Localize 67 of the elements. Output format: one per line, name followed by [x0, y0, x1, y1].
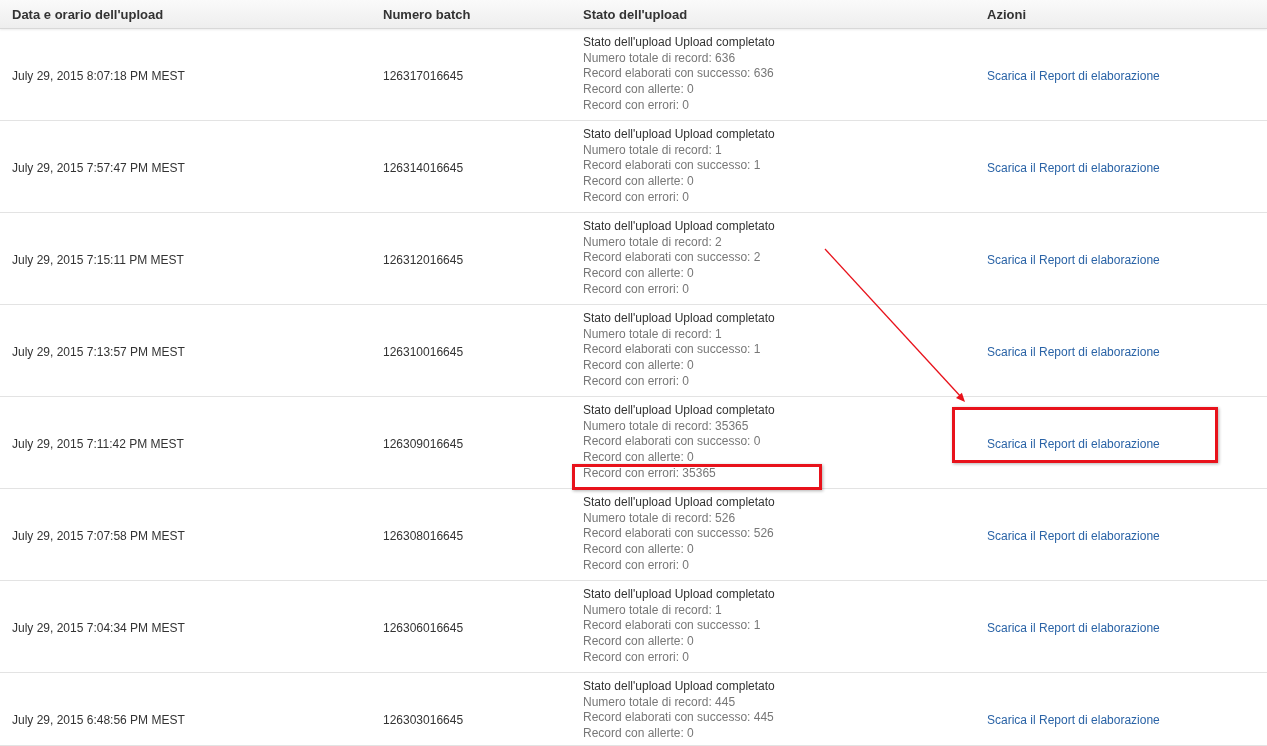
- download-report-link[interactable]: Scarica il Report di elaborazione: [987, 68, 1160, 84]
- batch-number: 126303016645: [383, 712, 465, 728]
- record-count: Record con errori: 0: [583, 97, 690, 114]
- batch-number: 126310016645: [383, 344, 465, 360]
- record-count: Numero totale di record: 636: [583, 50, 736, 67]
- record-count: Record con errori: 35365: [583, 465, 716, 482]
- column-header: Numero batch: [383, 6, 472, 22]
- download-report-link[interactable]: Scarica il Report di elaborazione: [987, 252, 1160, 268]
- download-report-link[interactable]: Scarica il Report di elaborazione: [987, 160, 1160, 176]
- upload-status: Stato dell'upload Upload completato: [583, 495, 775, 511]
- record-count: Record con errori: 0: [583, 373, 690, 390]
- column-header: Data e orario dell'upload: [12, 6, 165, 22]
- upload-status: Stato dell'upload Upload completato: [583, 403, 775, 419]
- download-report-link[interactable]: Scarica il Report di elaborazione: [987, 344, 1160, 360]
- upload-status: Stato dell'upload Upload completato: [583, 219, 775, 235]
- upload-date: July 29, 2015 7:04:34 PM MEST: [12, 620, 186, 636]
- upload-status: Stato dell'upload Upload completato: [583, 311, 775, 327]
- record-count: Record elaborati con successo: 1: [583, 618, 761, 635]
- batch-number: 126317016645: [383, 68, 465, 84]
- upload-date: July 29, 2015 7:07:58 PM MEST: [12, 528, 186, 544]
- upload-date: July 29, 2015 7:13:57 PM MEST: [12, 344, 186, 360]
- download-report-link[interactable]: Scarica il Report di elaborazione: [987, 712, 1160, 728]
- upload-status: Stato dell'upload Upload completato: [583, 679, 775, 695]
- record-count: Record elaborati con successo: 2: [583, 250, 761, 267]
- record-count: Record elaborati con successo: 526: [583, 526, 774, 543]
- batch-number: 126312016645: [383, 252, 465, 268]
- record-count: Record con errori: 0: [583, 189, 690, 206]
- upload-status: Stato dell'upload Upload completato: [583, 35, 775, 51]
- batch-number: 126306016645: [383, 620, 465, 636]
- record-count: Record con allerte: 0: [583, 358, 694, 374]
- record-count: Numero totale di record: 2: [583, 234, 722, 251]
- upload-date: July 29, 2015 7:57:47 PM MEST: [12, 160, 186, 176]
- record-count: Numero totale di record: 1: [583, 142, 722, 159]
- upload-date: July 29, 2015 7:15:11 PM MEST: [12, 252, 185, 268]
- upload-date: July 29, 2015 7:11:42 PM MEST: [12, 436, 185, 452]
- batch-number: 126308016645: [383, 528, 465, 544]
- record-count: Record con allerte: 0: [583, 266, 694, 282]
- record-count: Record con allerte: 0: [583, 634, 694, 650]
- record-count: Numero totale di record: 35365: [583, 418, 749, 435]
- record-count: Record elaborati con successo: 0: [583, 434, 761, 451]
- batch-number: 126309016645: [383, 436, 465, 452]
- record-count: Numero totale di record: 445: [583, 694, 736, 711]
- record-count: Record con errori: 0: [583, 281, 690, 298]
- upload-date: July 29, 2015 8:07:18 PM MEST: [12, 68, 186, 84]
- record-count: Record elaborati con successo: 1: [583, 342, 761, 359]
- download-report-link[interactable]: Scarica il Report di elaborazione: [987, 436, 1160, 452]
- record-count: Record con errori: 0: [583, 649, 690, 666]
- record-count: Record con allerte: 0: [583, 450, 694, 466]
- record-count: Record con errori: 0: [583, 557, 690, 574]
- record-count: Record con allerte: 0: [583, 82, 694, 98]
- record-count: Record con allerte: 0: [583, 726, 694, 742]
- upload-status: Stato dell'upload Upload completato: [583, 587, 775, 603]
- record-count: Record elaborati con successo: 636: [583, 66, 774, 83]
- record-count: Record elaborati con successo: 445: [583, 710, 774, 727]
- record-count: Record con allerte: 0: [583, 542, 694, 558]
- record-count: Numero totale di record: 526: [583, 510, 736, 527]
- column-header: Stato dell'upload: [583, 6, 689, 22]
- upload-status: Stato dell'upload Upload completato: [583, 127, 775, 143]
- record-count: Record con allerte: 0: [583, 174, 694, 190]
- download-report-link[interactable]: Scarica il Report di elaborazione: [987, 528, 1160, 544]
- upload-date: July 29, 2015 6:48:56 PM MEST: [12, 712, 186, 728]
- record-count: Numero totale di record: 1: [583, 326, 722, 343]
- download-report-link[interactable]: Scarica il Report di elaborazione: [987, 620, 1160, 636]
- column-header: Azioni: [987, 6, 1027, 22]
- record-count: Numero totale di record: 1: [583, 602, 722, 619]
- record-count: Record elaborati con successo: 1: [583, 158, 761, 175]
- batch-number: 126314016645: [383, 160, 465, 176]
